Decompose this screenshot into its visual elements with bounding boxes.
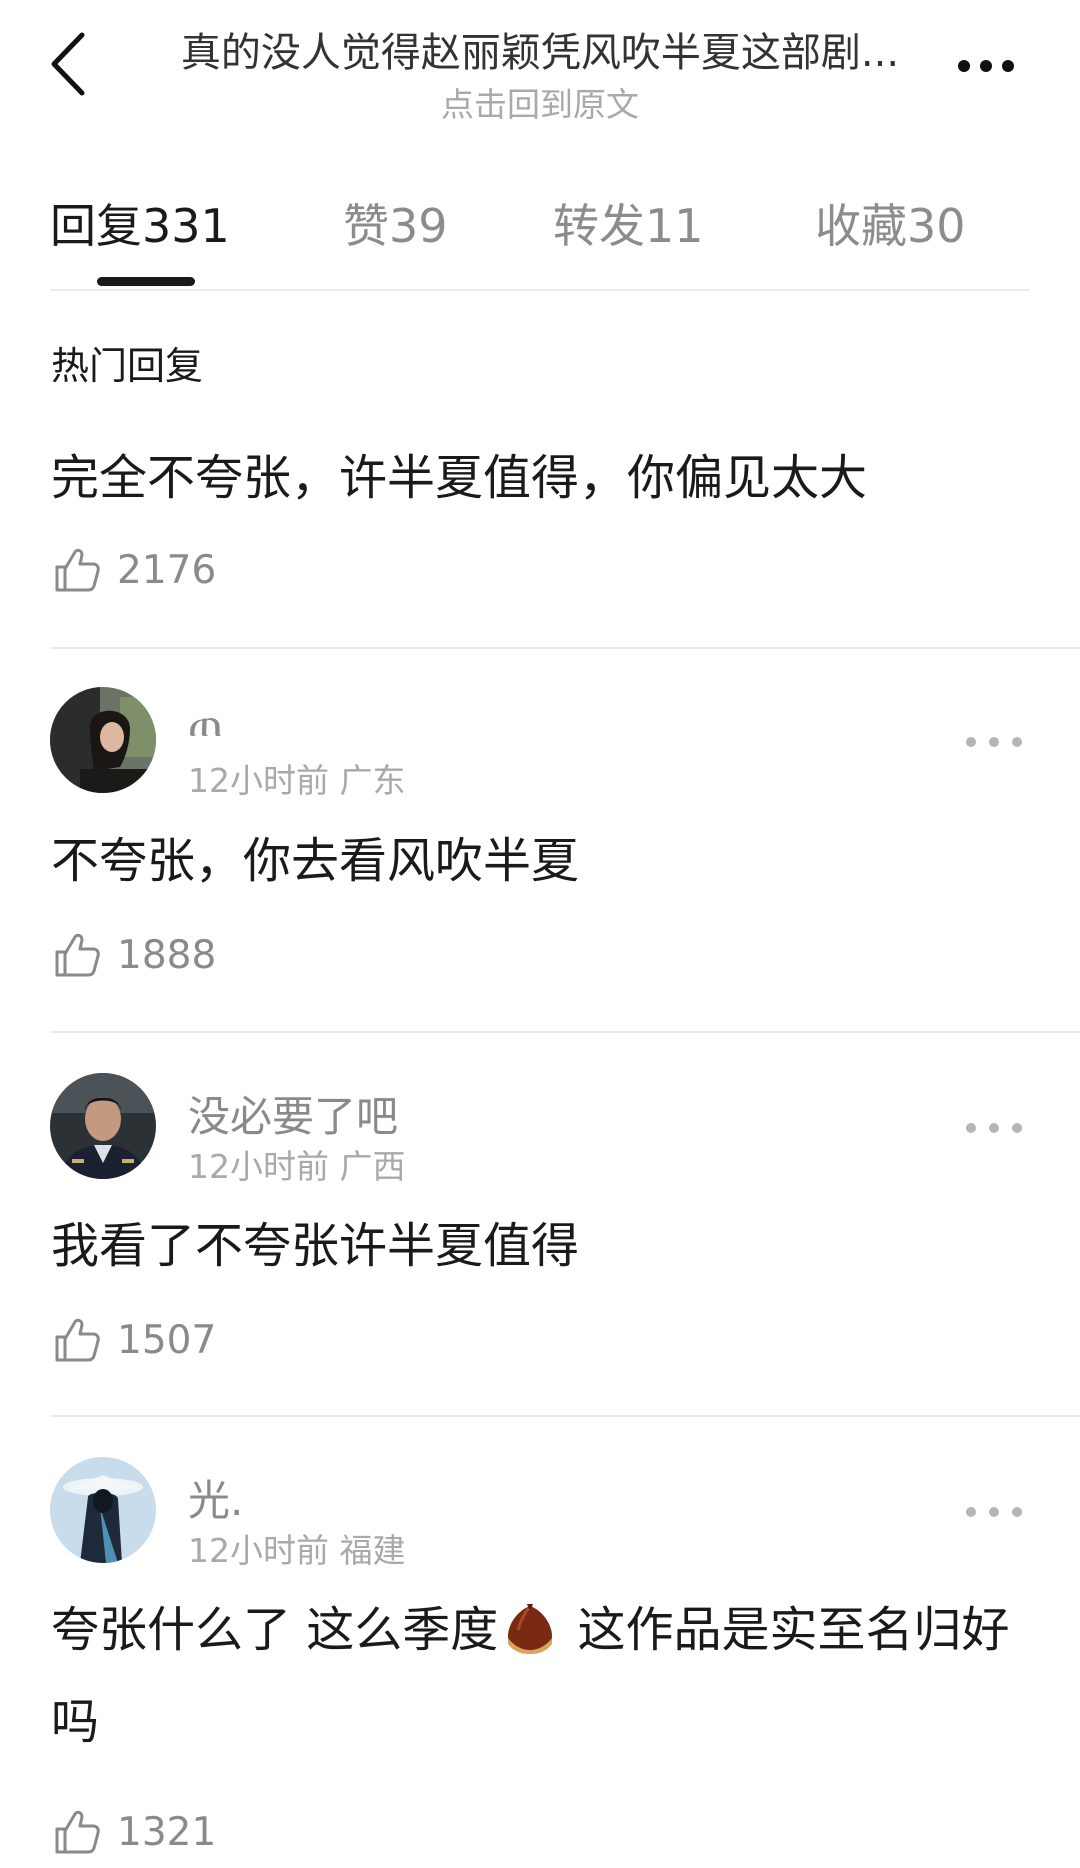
tab-label: 转发 — [553, 199, 645, 253]
like-button[interactable]: 1321 — [51, 1802, 216, 1862]
like-count: 1321 — [117, 1809, 217, 1855]
thumbs-up-icon — [51, 545, 101, 595]
username[interactable]: ጠ — [188, 697, 223, 747]
divider — [50, 1031, 1080, 1033]
comment-time: 12小时前 — [188, 1531, 329, 1570]
more-dot — [1012, 1123, 1022, 1133]
tab-replies[interactable]: 回复331 — [50, 190, 230, 256]
comment-text: 完全不夸张，许半夏值得，你偏见太大 — [51, 450, 868, 506]
comment-text: 不夸张，你去看风吹半夏 — [51, 833, 580, 889]
more-horizontal-icon — [958, 60, 970, 72]
tab-label: 收藏 — [815, 199, 907, 253]
tab-bar: 回复331 赞39 转发11 收藏30 — [0, 180, 1080, 290]
comment-text-part: 夸张什么了 这么季度 — [51, 1602, 499, 1658]
hot-replies-heading: 热门回复 — [51, 344, 204, 388]
more-dot — [989, 1507, 999, 1517]
tab-count: 331 — [142, 199, 230, 253]
comment-meta: 12小时前 广东 — [188, 754, 406, 802]
username[interactable]: 光. — [188, 1467, 243, 1528]
like-count: 2176 — [117, 547, 217, 593]
more-dot — [1012, 737, 1022, 747]
divider — [50, 1415, 1080, 1417]
avatar-image — [50, 1073, 156, 1179]
avatar[interactable] — [50, 687, 156, 793]
comment-location: 广东 — [339, 761, 406, 800]
back-button[interactable] — [38, 24, 98, 104]
comment-meta: 12小时前 福建 — [188, 1524, 406, 1572]
comment-text: 夸张什么了 这么季度 这作品是实至名归好吗 — [51, 1584, 1011, 1768]
more-options-button[interactable] — [946, 46, 1026, 86]
username[interactable]: 没必要了吧 — [188, 1083, 398, 1144]
like-count: 1507 — [117, 1317, 217, 1363]
tab-reposts[interactable]: 转发11 — [553, 190, 704, 256]
avatar[interactable] — [50, 1457, 156, 1563]
like-button[interactable]: 2176 — [51, 540, 216, 600]
like-button[interactable]: 1888 — [51, 925, 216, 985]
chevron-left-icon — [51, 32, 85, 96]
comment-more-button[interactable] — [966, 730, 1022, 754]
comment-more-button[interactable] — [966, 1500, 1022, 1524]
tab-likes[interactable]: 赞39 — [343, 190, 448, 256]
divider — [50, 647, 1080, 649]
like-button[interactable]: 1507 — [51, 1310, 216, 1370]
comment-time: 12小时前 — [188, 761, 329, 800]
like-count: 1888 — [117, 932, 217, 978]
thumbs-up-icon — [51, 1315, 101, 1365]
tab-count: 30 — [907, 199, 966, 253]
tab-count: 11 — [645, 199, 704, 253]
more-dot — [989, 1123, 999, 1133]
comment-time: 12小时前 — [188, 1147, 329, 1186]
more-dot — [1012, 1507, 1022, 1517]
comment-location: 广西 — [339, 1147, 406, 1186]
tab-favorites[interactable]: 收藏30 — [815, 190, 966, 256]
tab-label: 赞 — [343, 199, 389, 253]
more-dot — [980, 60, 992, 72]
more-dot — [989, 737, 999, 747]
thumbs-up-icon — [51, 1807, 101, 1857]
more-dot — [1002, 60, 1014, 72]
back-to-original-link[interactable]: 点击回到原文 — [160, 78, 920, 126]
avatar[interactable] — [50, 1073, 156, 1179]
comment-meta: 12小时前 广西 — [188, 1140, 406, 1188]
post-title[interactable]: 真的没人觉得赵丽颖凭风吹半夏这部剧... — [160, 20, 920, 78]
more-horizontal-icon — [966, 737, 976, 747]
comment-location: 福建 — [339, 1531, 406, 1570]
more-horizontal-icon — [966, 1507, 976, 1517]
more-horizontal-icon — [966, 1123, 976, 1133]
comment-more-button[interactable] — [966, 1116, 1022, 1140]
avatar-image — [50, 687, 156, 793]
avatar-image — [50, 1457, 156, 1563]
thumbs-up-icon — [51, 930, 101, 980]
tab-label: 回复 — [50, 199, 142, 253]
chestnut-emoji — [508, 1604, 553, 1654]
active-tab-indicator — [97, 277, 195, 286]
tabs-divider — [50, 289, 1030, 291]
top-navigation-bar: 真的没人觉得赵丽颖凭风吹半夏这部剧... 点击回到原文 — [0, 0, 1080, 140]
tab-count: 39 — [389, 199, 448, 253]
comment-text: 我看了不夸张许半夏值得 — [51, 1218, 580, 1274]
